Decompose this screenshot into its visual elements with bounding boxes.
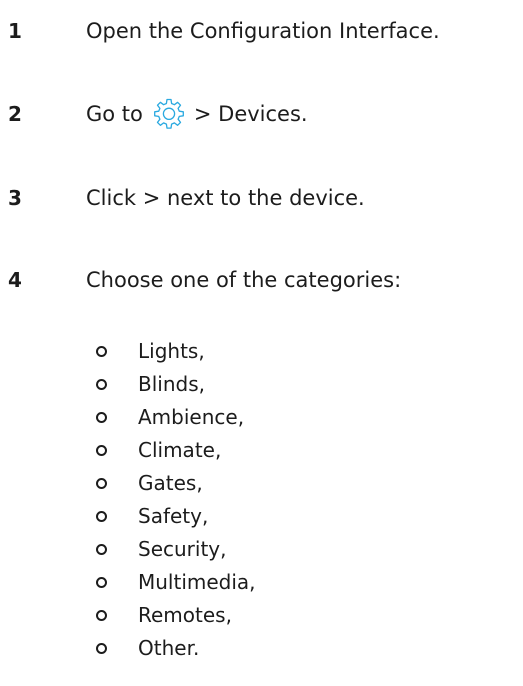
category-label: Safety, <box>138 504 209 528</box>
category-label: Lights, <box>138 339 205 363</box>
category-list: Lights, Blinds, Ambience, Climate, Gates… <box>0 335 523 665</box>
bullet-icon <box>96 610 107 621</box>
instruction-steps: 1 Open the Configuration Interface. 2 Go… <box>0 0 523 686</box>
step-text: Open the Configuration Interface. <box>86 19 440 43</box>
list-item: Safety, <box>0 500 523 533</box>
list-item: Security, <box>0 533 523 566</box>
category-label: Remotes, <box>138 603 232 627</box>
category-label: Climate, <box>138 438 222 462</box>
step-text-after: > Devices. <box>193 102 308 126</box>
bullet-icon <box>96 412 107 423</box>
bullet-icon <box>96 379 107 390</box>
list-item: Climate, <box>0 434 523 467</box>
step-text-before: Go to <box>86 102 143 126</box>
step-text: Choose one of the categories: <box>86 268 402 292</box>
bullet-icon <box>96 544 107 555</box>
step-number: 2 <box>8 102 22 126</box>
step-number: 4 <box>8 268 22 292</box>
category-label: Gates, <box>138 471 203 495</box>
step-text: Click > next to the device. <box>86 186 365 210</box>
step-4: 4 Choose one of the categories: <box>0 260 523 300</box>
step-3: 3 Click > next to the device. <box>0 178 523 218</box>
list-item: Multimedia, <box>0 566 523 599</box>
bullet-icon <box>96 346 107 357</box>
step-text: Go to > Devices. <box>86 94 308 134</box>
gear-icon <box>152 97 186 131</box>
bullet-icon <box>96 643 107 654</box>
list-item: Other. <box>0 632 523 665</box>
category-label: Multimedia, <box>138 570 256 594</box>
bullet-icon <box>96 577 107 588</box>
list-item: Lights, <box>0 335 523 368</box>
bullet-icon <box>96 445 107 456</box>
category-label: Blinds, <box>138 372 205 396</box>
category-label: Ambience, <box>138 405 245 429</box>
category-label: Other. <box>138 636 200 660</box>
step-2: 2 Go to > Devices. <box>0 94 523 134</box>
step-number: 3 <box>8 186 22 210</box>
bullet-icon <box>96 511 107 522</box>
category-label: Security, <box>138 537 227 561</box>
list-item: Ambience, <box>0 401 523 434</box>
step-1: 1 Open the Configuration Interface. <box>0 11 523 51</box>
step-number: 1 <box>8 19 22 43</box>
list-item: Remotes, <box>0 599 523 632</box>
list-item: Gates, <box>0 467 523 500</box>
bullet-icon <box>96 478 107 489</box>
list-item: Blinds, <box>0 368 523 401</box>
